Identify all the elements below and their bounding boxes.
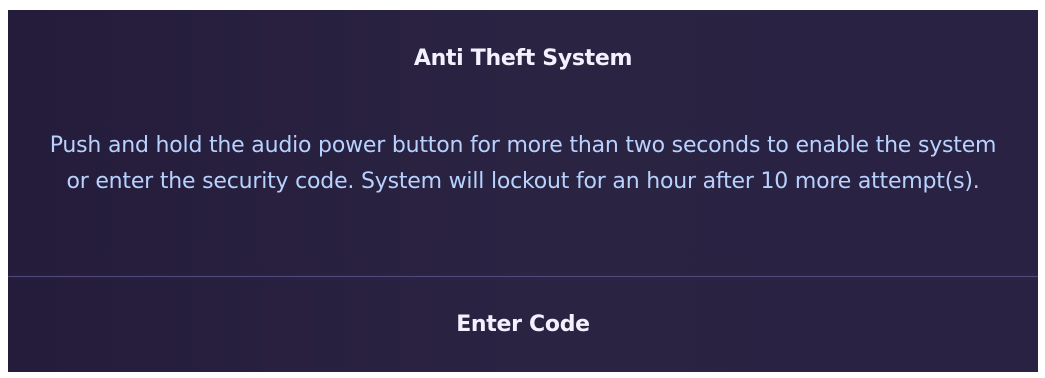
dialog-title: Anti Theft System (413, 46, 633, 71)
dialog-message: Push and hold the audio power button for… (49, 133, 997, 194)
anti-theft-dialog: Anti Theft System Push and hold the audi… (8, 10, 1038, 372)
enter-code-label: Enter Code (456, 312, 590, 337)
enter-code-button[interactable]: Enter Code (8, 277, 1038, 372)
